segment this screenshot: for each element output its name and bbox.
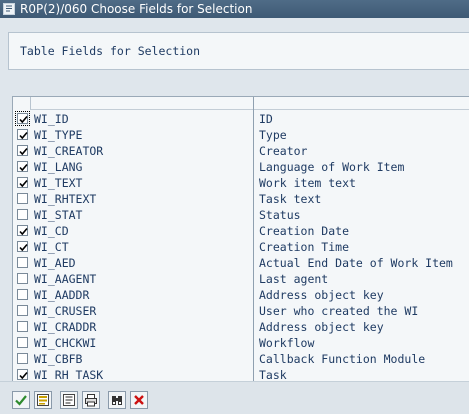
field-checkbox[interactable] bbox=[17, 273, 28, 284]
table-row[interactable]: WI_AED Actual End Date of Work Item bbox=[13, 255, 469, 271]
table-header-row bbox=[30, 97, 469, 110]
field-name: WI_TYPE bbox=[34, 128, 83, 142]
table-row[interactable]: WI_CREATOR Creator bbox=[13, 143, 469, 159]
checkmark-icon bbox=[19, 131, 28, 140]
table-row[interactable]: WI_RHTEXT Task text bbox=[13, 191, 469, 207]
field-description: Actual End Date of Work Item bbox=[259, 256, 453, 270]
field-description: Work item text bbox=[259, 176, 356, 190]
field-description: Address object key bbox=[259, 320, 384, 334]
continue-button[interactable] bbox=[12, 391, 30, 409]
field-name: WI_CD bbox=[34, 224, 69, 238]
cancel-button[interactable] bbox=[130, 391, 148, 409]
select-all-icon bbox=[37, 394, 49, 406]
table-row[interactable]: WI_CD Creation Date bbox=[13, 223, 469, 239]
field-name: WI_CHCKWI bbox=[34, 336, 97, 350]
checkmark-icon bbox=[19, 227, 28, 236]
checkmark-icon bbox=[19, 243, 28, 252]
field-table: WI_ID ID WI_TYPE Type WI_CREATOR Creator WI_LA… bbox=[12, 96, 469, 382]
field-checkbox[interactable] bbox=[17, 369, 28, 380]
field-checkbox[interactable] bbox=[17, 193, 28, 204]
window-menu-icon[interactable] bbox=[3, 3, 15, 15]
field-checkbox[interactable] bbox=[17, 305, 28, 316]
deselect-all-icon bbox=[63, 394, 75, 406]
field-description: Task text bbox=[259, 192, 322, 206]
field-description: Task bbox=[259, 368, 287, 382]
table-row[interactable]: WI_AAGENT Last agent bbox=[13, 271, 469, 287]
table-row[interactable]: WI_TEXT Work item text bbox=[13, 175, 469, 191]
print-button[interactable] bbox=[82, 391, 100, 409]
select-all-button[interactable] bbox=[34, 391, 52, 409]
close-icon bbox=[134, 395, 144, 405]
field-description: Type bbox=[259, 128, 287, 142]
section-header: Table Fields for Selection bbox=[8, 32, 469, 70]
field-name: WI_CREATOR bbox=[34, 144, 104, 158]
field-name: WI_RHTEXT bbox=[34, 192, 97, 206]
section-header-label: Table Fields for Selection bbox=[20, 44, 201, 58]
field-name: WI_CRADDR bbox=[34, 320, 97, 334]
table-row[interactable]: WI_CHCKWI Workflow bbox=[13, 335, 469, 351]
field-checkbox[interactable] bbox=[17, 129, 28, 140]
deselect-all-button[interactable] bbox=[60, 391, 78, 409]
field-checkbox[interactable] bbox=[17, 337, 28, 348]
table-row[interactable]: WI_AADDR Address object key bbox=[13, 287, 469, 303]
field-description: Address object key bbox=[259, 288, 384, 302]
field-description: User who created the WI bbox=[259, 304, 419, 318]
field-checkbox[interactable] bbox=[17, 257, 28, 268]
table-row[interactable]: WI_STAT Status bbox=[13, 207, 469, 223]
field-checkbox[interactable] bbox=[17, 209, 28, 220]
find-button[interactable] bbox=[108, 391, 126, 409]
title-bar: R0P(2)/060 Choose Fields for Selection bbox=[0, 0, 469, 18]
checkmark-icon bbox=[19, 147, 28, 156]
field-checkbox[interactable] bbox=[15, 111, 30, 126]
checkmark-icon bbox=[19, 163, 28, 172]
field-name: WI_ID bbox=[34, 112, 69, 126]
table-row[interactable]: WI_CBFB Callback Function Module bbox=[13, 351, 469, 367]
field-name: WI_RH_TASK bbox=[34, 368, 104, 382]
field-description: Workflow bbox=[259, 336, 315, 350]
field-name: WI_CT bbox=[34, 240, 69, 254]
field-description: Language of Work Item bbox=[259, 160, 405, 174]
toolbar bbox=[0, 381, 469, 414]
table-row[interactable]: WI_CT Creation Time bbox=[13, 239, 469, 255]
field-description: Callback Function Module bbox=[259, 352, 426, 366]
checkmark-icon bbox=[19, 115, 28, 124]
table-row[interactable]: WI_RH_TASK Task bbox=[13, 367, 469, 382]
table-row[interactable]: WI_ID ID bbox=[13, 111, 469, 127]
field-description: Creation Date bbox=[259, 224, 350, 238]
field-checkbox[interactable] bbox=[17, 177, 28, 188]
table-row[interactable]: WI_CRADDR Address object key bbox=[13, 319, 469, 335]
field-name: WI_AAGENT bbox=[34, 272, 97, 286]
binoculars-icon bbox=[112, 396, 122, 405]
field-name: WI_CBFB bbox=[34, 352, 83, 366]
field-checkbox[interactable] bbox=[17, 321, 28, 332]
table-row[interactable]: WI_TYPE Type bbox=[13, 127, 469, 143]
field-name: WI_AED bbox=[34, 256, 76, 270]
field-name: WI_LANG bbox=[34, 160, 83, 174]
field-checkbox[interactable] bbox=[17, 145, 28, 156]
table-row[interactable]: WI_LANG Language of Work Item bbox=[13, 159, 469, 175]
printer-icon bbox=[85, 394, 97, 407]
checkmark-icon bbox=[19, 179, 28, 188]
field-name: WI_CRUSER bbox=[34, 304, 97, 318]
checkmark-icon bbox=[15, 395, 27, 406]
checkmark-icon bbox=[19, 371, 28, 380]
field-checkbox[interactable] bbox=[17, 225, 28, 236]
field-description: ID bbox=[259, 112, 273, 126]
field-name: WI_STAT bbox=[34, 208, 83, 222]
field-description: Creation Time bbox=[259, 240, 350, 254]
field-name: WI_AADDR bbox=[34, 288, 90, 302]
field-description: Creator bbox=[259, 144, 308, 158]
field-description: Status bbox=[259, 208, 301, 222]
field-checkbox[interactable] bbox=[17, 241, 28, 252]
field-checkbox[interactable] bbox=[17, 289, 28, 300]
field-description: Last agent bbox=[259, 272, 329, 286]
table-row[interactable]: WI_CRUSER User who created the WI bbox=[13, 303, 469, 319]
field-name: WI_TEXT bbox=[34, 176, 83, 190]
field-checkbox[interactable] bbox=[17, 353, 28, 364]
window-title: R0P(2)/060 Choose Fields for Selection bbox=[20, 2, 253, 16]
field-checkbox[interactable] bbox=[17, 161, 28, 172]
